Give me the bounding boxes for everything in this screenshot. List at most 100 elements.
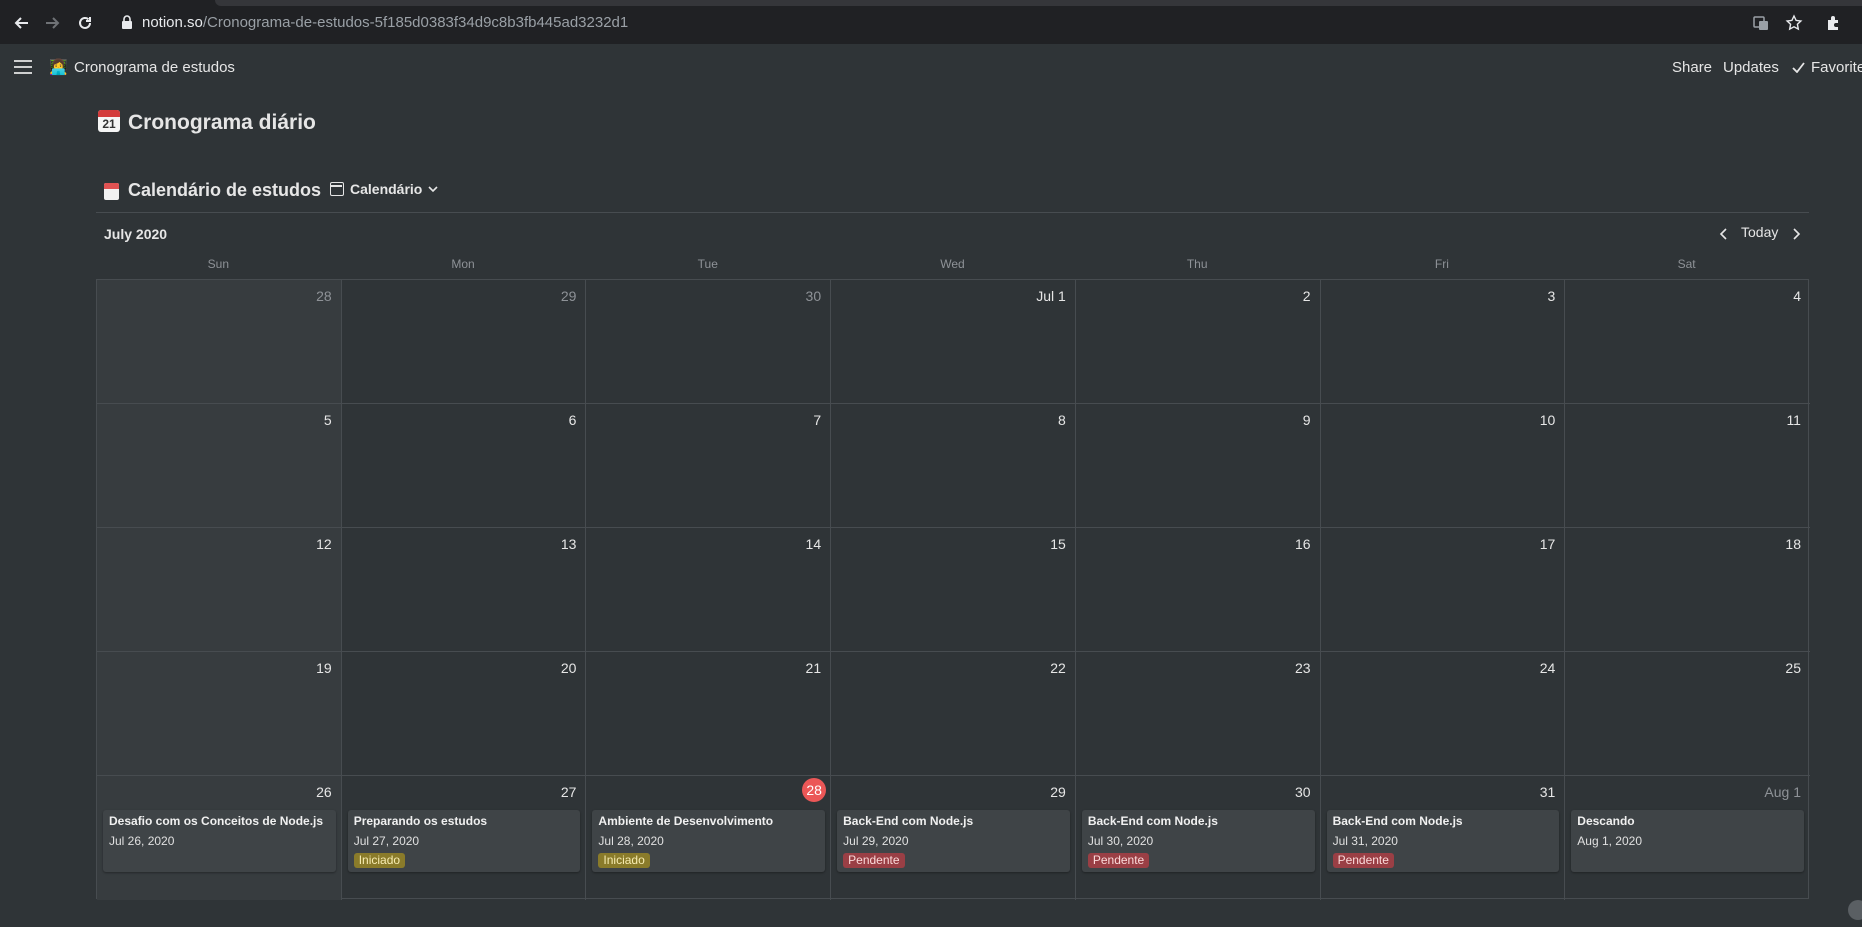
breadcrumb[interactable]: Cronograma de estudos (74, 59, 235, 76)
event-date: Jul 31, 2020 (1332, 834, 1398, 848)
chevron-right-icon[interactable] (1792, 228, 1802, 240)
menu-icon[interactable] (14, 60, 32, 74)
weekday-label: Mon (451, 257, 475, 271)
calendar-day-cell[interactable]: 30 (586, 280, 832, 404)
event-date: Jul 30, 2020 (1087, 834, 1154, 848)
calendar-day-cell[interactable]: 16 (1075, 528, 1321, 652)
event-card[interactable]: Descando Aug 1, 2020 (1571, 810, 1804, 872)
reload-icon[interactable] (74, 12, 96, 34)
event-title: Desafio com os Conceitos de Node.js (109, 814, 324, 828)
page-title-text: Cronograma diário (128, 111, 316, 134)
day-number: 25 (1785, 660, 1801, 676)
calendar-day-cell[interactable]: 8 (831, 404, 1076, 528)
calendar-day-cell[interactable]: 19 (97, 652, 342, 776)
event-card[interactable]: Desafio com os Conceitos de Node.js Jul 2… (103, 810, 336, 872)
calendar-day-cell[interactable]: 3 (1320, 280, 1566, 404)
calendar-day-cell[interactable]: 7 (586, 404, 832, 528)
calendar-day-cell[interactable]: 26 Desafio com os Conceitos de Node.js Jul… (97, 776, 342, 900)
event-card[interactable]: Back-End com Node.js Jul 29, 2020 Pendente (837, 810, 1070, 872)
day-number: 17 (1539, 536, 1556, 552)
day-number: 15 (1050, 536, 1066, 552)
calendar-day-cell[interactable]: Aug 1 Descando Aug 1, 2020 (1565, 776, 1810, 900)
calendar-day-cell[interactable]: 25 (1565, 652, 1810, 776)
day-number: 12 (316, 536, 332, 552)
star-icon[interactable] (1783, 12, 1805, 34)
status-badge: Pendente (1087, 853, 1150, 868)
tab-strip (215, 0, 1862, 6)
event-date: Jul 26, 2020 (109, 834, 175, 848)
event-card[interactable]: Back-End com Node.js Jul 30, 2020 Pendente (1081, 810, 1315, 872)
day-number: 14 (805, 536, 822, 552)
calendar-day-cell[interactable]: 29 Back-End com Node.js Jul 29, 2020 Penden… (831, 776, 1076, 900)
day-number: 20 (560, 660, 577, 676)
event-card[interactable]: Back-End com Node.js Jul 31, 2020 Pendente (1326, 810, 1560, 872)
event-title: Descando (1577, 814, 1635, 828)
view-selector[interactable]: Calendário (330, 181, 438, 197)
day-number: 26 (316, 784, 332, 800)
extensions-icon[interactable] (1822, 12, 1844, 34)
calendar-day-cell[interactable]: 24 (1320, 652, 1566, 776)
share-button[interactable]: Share (1672, 59, 1712, 76)
day-number: 24 (1539, 660, 1556, 676)
calendar-day-cell[interactable]: 31 Back-End com Node.js Jul 31, 2020 Penden… (1321, 776, 1566, 900)
calendar-day-cell[interactable]: 4 (1565, 280, 1810, 404)
today-day-number: 28 (802, 778, 827, 802)
calendar-day-cell[interactable]: 30 Back-End com Node.js Jul 30, 2020 Penden… (1076, 776, 1321, 900)
status-badge: Pendente (1332, 853, 1394, 868)
database-title[interactable]: Calendário de estudos (128, 180, 321, 201)
event-card[interactable]: Preparando os estudos Jul 27, 2020 Iniciad… (347, 810, 581, 872)
day-number: 28 (316, 288, 332, 304)
day-number: 30 (1294, 784, 1311, 800)
forward-icon[interactable] (42, 12, 64, 34)
day-number: 2 (1302, 288, 1311, 304)
calendar-day-cell[interactable]: 15 (831, 528, 1076, 652)
calendar-day-cell[interactable]: 12 (97, 528, 342, 652)
calendar-day-cell[interactable]: 10 (1320, 404, 1566, 528)
calendar-day-cell[interactable]: 28 Ambiente de Desenvolvimento Jul 28, 202… (586, 776, 832, 900)
calendar-day-cell[interactable]: 22 (831, 652, 1076, 776)
event-card[interactable]: Ambiente de Desenvolvimento Jul 28, 2020 I… (592, 810, 826, 872)
calendar-day-cell[interactable]: 11 (1565, 404, 1810, 528)
chevron-down-icon (428, 185, 438, 192)
day-number: 6 (568, 412, 577, 428)
event-title: Preparando os estudos (353, 814, 488, 828)
calendar-day-cell[interactable]: 23 (1075, 652, 1321, 776)
event-date: Jul 27, 2020 (353, 834, 420, 848)
calendar-day-cell[interactable]: 13 (341, 528, 587, 652)
calendar-day-cell[interactable]: 18 (1565, 528, 1810, 652)
day-number: 10 (1539, 412, 1556, 428)
calendar-day-cell[interactable]: 5 (97, 404, 342, 528)
favorite-button[interactable]: Favorite (1811, 59, 1862, 76)
weekday-label: Tue (697, 257, 718, 271)
day-number: 18 (1785, 536, 1801, 552)
day-number: 5 (323, 412, 332, 428)
today-button[interactable]: Today (1741, 224, 1778, 240)
calendar-day-cell[interactable]: 2 (1075, 280, 1321, 404)
tear-off-calendar-icon (104, 183, 119, 200)
address-bar[interactable]: notion.so/Cronograma-de-estudos-5f185d03… (142, 14, 628, 31)
calendar-day-cell[interactable]: 17 (1320, 528, 1566, 652)
calendar-day-cell[interactable]: 9 (1075, 404, 1321, 528)
day-number: 7 (813, 412, 822, 428)
calendar-day-cell[interactable]: 21 (586, 652, 832, 776)
page-title: 21 Cronograma diário (98, 110, 316, 135)
calendar-day-cell[interactable]: 28 (97, 280, 342, 404)
day-number: 27 (560, 784, 577, 800)
calendar-day-cell[interactable]: 27 Preparando os estudos Jul 27, 2020 Inici… (342, 776, 587, 900)
view-label: Calendário (350, 181, 423, 197)
day-number: 29 (1050, 784, 1066, 800)
status-badge: Iniciado (353, 853, 406, 868)
calendar-day-cell[interactable]: Jul 1 (831, 280, 1076, 404)
help-button[interactable] (1848, 900, 1862, 920)
calendar-day-cell[interactable]: 14 (586, 528, 832, 652)
calendar-day-cell[interactable]: 20 (341, 652, 587, 776)
day-number: 3 (1547, 288, 1556, 304)
calendar-day-cell[interactable]: 29 (341, 280, 587, 404)
translate-icon[interactable] (1750, 12, 1772, 34)
chevron-left-icon[interactable] (1718, 228, 1728, 240)
back-icon[interactable] (10, 12, 32, 34)
updates-button[interactable]: Updates (1723, 59, 1779, 76)
status-badge: Pendente (843, 853, 905, 868)
weekday-label: Thu (1186, 257, 1208, 271)
calendar-day-cell[interactable]: 6 (341, 404, 587, 528)
